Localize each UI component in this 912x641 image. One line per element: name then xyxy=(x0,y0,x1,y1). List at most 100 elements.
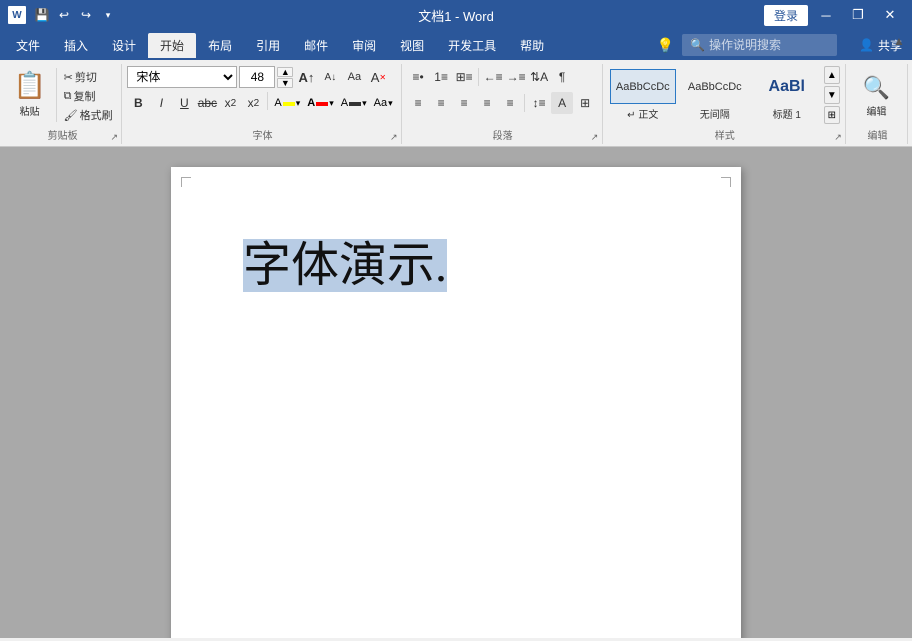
font-group-expand[interactable]: ↗ xyxy=(389,132,399,142)
decrease-font-size-btn[interactable]: ▼ xyxy=(277,78,293,88)
superscript-button[interactable]: x2 xyxy=(242,92,264,114)
editing-group: 🔍 编辑 编辑 xyxy=(848,64,908,144)
tab-developer[interactable]: 开发工具 xyxy=(436,33,508,58)
tab-view[interactable]: 视图 xyxy=(388,33,436,58)
tab-insert[interactable]: 插入 xyxy=(52,33,100,58)
multilevel-list-button[interactable]: ⊞≡ xyxy=(453,66,475,88)
underline-button[interactable]: U xyxy=(173,92,195,114)
tab-layout[interactable]: 布局 xyxy=(196,33,244,58)
italic-button[interactable]: I xyxy=(150,92,172,114)
increase-font-size-btn[interactable]: ▲ xyxy=(277,67,293,77)
close-button[interactable]: ✕ xyxy=(876,4,904,26)
style-preview-heading1: AaBl xyxy=(754,69,820,104)
paragraph-row2: ≡ ≡ ≡ ≡ ≡ ↕≡ A ⊞ xyxy=(407,92,596,114)
align-left-button[interactable]: ≡ xyxy=(407,92,429,114)
redo-quick-btn[interactable]: ↪ xyxy=(76,5,96,25)
highlight-dropdown-icon[interactable]: ▾ xyxy=(296,98,301,109)
line-spacing-button[interactable]: ↕≡ xyxy=(528,92,550,114)
tab-design[interactable]: 设计 xyxy=(100,33,148,58)
show-marks-button[interactable]: ¶ xyxy=(551,66,573,88)
font-color2-dropdown[interactable]: ▾ xyxy=(362,98,367,109)
distributed-button[interactable]: ≡ xyxy=(499,92,521,114)
bold-button[interactable]: B xyxy=(127,92,149,114)
tab-references[interactable]: 引用 xyxy=(244,33,292,58)
align-right-button[interactable]: ≡ xyxy=(453,92,475,114)
paste-button[interactable]: 📋 粘贴 xyxy=(8,66,52,122)
cut-button[interactable]: ✂ 剪切 xyxy=(61,68,116,86)
selected-text[interactable]: 字体演示. xyxy=(243,239,447,292)
font-color3-button[interactable]: Aa ▾ xyxy=(371,92,396,114)
undo-quick-btn[interactable]: ↩ xyxy=(54,5,74,25)
quick-access-toolbar: 💾 ↩ ↪ ▾ xyxy=(32,5,118,25)
find-button[interactable]: 🔍 编辑 xyxy=(855,66,899,126)
strikethrough-button[interactable]: abc xyxy=(196,92,218,114)
font-format-row: B I U abc x2 x2 A ▾ A ▾ xyxy=(127,92,395,114)
search-doc-icon: 🔍 xyxy=(863,75,890,101)
paste-icon: 📋 xyxy=(13,70,45,101)
ribbon-collapse-button[interactable]: ▲ xyxy=(890,32,908,50)
login-button[interactable]: 登录 xyxy=(764,5,808,26)
paragraph-group-expand[interactable]: ↗ xyxy=(590,132,600,142)
font-group-label: 字体 xyxy=(124,127,400,142)
numbered-list-button[interactable]: 1≡ xyxy=(430,66,452,88)
word-icon: W xyxy=(8,6,26,24)
justify-button[interactable]: ≡ xyxy=(476,92,498,114)
ribbon-content: 📋 粘贴 ✂ 剪切 ⧉ 复制 🖌 格式刷 xyxy=(0,60,912,147)
corner-mark-tr xyxy=(721,177,731,187)
minimize-button[interactable]: ─ xyxy=(812,4,840,26)
tab-file[interactable]: 文件 xyxy=(4,33,52,58)
tab-review[interactable]: 审阅 xyxy=(340,33,388,58)
increase-indent-button[interactable]: →≡ xyxy=(505,66,527,88)
document-page[interactable]: 字体演示. xyxy=(171,167,741,638)
ribbon: 文件 插入 设计 开始 布局 引用 邮件 审阅 视图 开发工具 帮助 💡 🔍 👤… xyxy=(0,30,912,147)
change-case-button[interactable]: Aa xyxy=(343,66,365,88)
sort-button[interactable]: ⇅A xyxy=(528,66,550,88)
subscript-button[interactable]: x2 xyxy=(219,92,241,114)
styles-scroll-up[interactable]: ▲ xyxy=(824,66,840,84)
decrease-indent-button[interactable]: ←≡ xyxy=(482,66,504,88)
font-color-dropdown-icon[interactable]: ▾ xyxy=(329,98,334,109)
borders-button[interactable]: ⊞ xyxy=(574,92,596,114)
font-color3-dropdown[interactable]: ▾ xyxy=(388,98,393,109)
clear-format-button[interactable]: A✕ xyxy=(367,66,389,88)
shading-button[interactable]: A xyxy=(551,92,573,114)
paragraph-group: ≡• 1≡ ⊞≡ ←≡ →≡ ⇅A ¶ ≡ ≡ ≡ ≡ ≡ ↕ xyxy=(404,64,603,144)
bullet-list-button[interactable]: ≡• xyxy=(407,66,429,88)
style-item-nospace[interactable]: AaBbCcDc 无间隔 xyxy=(680,66,750,124)
document-text[interactable]: 字体演示. xyxy=(243,237,669,295)
text-highlight-button[interactable]: A ▾ xyxy=(271,92,303,114)
clipboard-label: 剪贴板 xyxy=(4,127,121,142)
paragraph-row1: ≡• 1≡ ⊞≡ ←≡ →≡ ⇅A ¶ xyxy=(407,66,596,88)
decrease-font-size-button[interactable]: A↓ xyxy=(319,66,341,88)
format-painter-button[interactable]: 🖌 格式刷 xyxy=(61,106,116,124)
align-center-button[interactable]: ≡ xyxy=(430,92,452,114)
clipboard-group: 📋 粘贴 ✂ 剪切 ⧉ 复制 🖌 格式刷 xyxy=(4,64,122,144)
font-name-select[interactable]: 宋体 xyxy=(127,66,237,88)
style-item-heading1[interactable]: AaBl 标题 1 xyxy=(752,66,822,124)
font-color2-button[interactable]: A ▾ xyxy=(338,92,370,114)
style-label-heading1: 标题 1 xyxy=(773,106,801,121)
style-item-normal[interactable]: AaBbCcDc ↵ 正文 xyxy=(608,66,678,124)
tab-help[interactable]: 帮助 xyxy=(508,33,556,58)
font-color-button[interactable]: A ▾ xyxy=(304,92,336,114)
restore-button[interactable]: ❐ xyxy=(844,4,872,26)
highlight-color-swatch xyxy=(283,102,295,106)
editing-group-label: 编辑 xyxy=(848,127,907,142)
save-quick-btn[interactable]: 💾 xyxy=(32,5,52,25)
clipboard-expand[interactable]: ↗ xyxy=(109,132,119,142)
styles-scroll-down[interactable]: ▼ xyxy=(824,86,840,104)
quick-access-dropdown[interactable]: ▾ xyxy=(98,5,118,25)
styles-group: AaBbCcDc ↵ 正文 AaBbCcDc 无间隔 AaBl 标题 1 xyxy=(605,64,846,144)
style-preview-normal: AaBbCcDc xyxy=(610,69,676,104)
search-input[interactable] xyxy=(709,38,829,52)
increase-font-size-button[interactable]: A↑ xyxy=(295,66,317,88)
style-label-normal: ↵ 正文 xyxy=(627,106,658,121)
styles-group-expand[interactable]: ↗ xyxy=(833,132,843,142)
copy-button[interactable]: ⧉ 复制 xyxy=(61,87,116,105)
font-color-icon: A xyxy=(307,97,315,109)
tab-home[interactable]: 开始 xyxy=(148,33,196,58)
styles-scroll: ▲ ▼ ⊞ xyxy=(824,66,840,124)
tab-mailings[interactable]: 邮件 xyxy=(292,33,340,58)
styles-more[interactable]: ⊞ xyxy=(824,106,840,124)
font-size-input[interactable] xyxy=(239,66,275,88)
